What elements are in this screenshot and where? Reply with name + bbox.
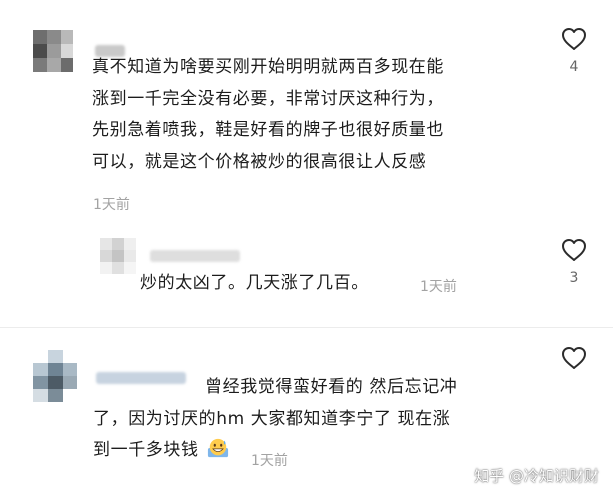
heart-outline-icon: [562, 28, 586, 50]
avatar[interactable]: [33, 30, 73, 72]
avatar[interactable]: [100, 238, 136, 274]
comment-text-line: 可以，就是这个价格被炒的很高很让人反感: [92, 151, 427, 172]
heart-outline-icon: [562, 239, 586, 261]
comment-time: 1天前: [420, 279, 457, 295]
like-count: 3: [569, 270, 579, 286]
comment-time: 1天前: [251, 453, 288, 469]
comment-text-line: 到一千多块钱: [93, 440, 199, 460]
like-button[interactable]: 3: [554, 238, 594, 286]
like-count: 4: [569, 59, 579, 75]
comment-2: 炒的太凶了。几天涨了几百。 1天前 3: [0, 232, 613, 327]
watermark: 知乎 @冷知识财财: [474, 467, 599, 485]
like-button[interactable]: [554, 346, 594, 378]
comment-text: 炒的太凶了。几天涨了几百。: [140, 273, 369, 293]
like-button[interactable]: 4: [554, 27, 594, 75]
grinning-sweat-emoji-icon: [207, 438, 228, 458]
comment-text: 真不知道为啥要买刚开始明明就两百多现在能 涨到一千完全没有必要，非常讨厌这种行为…: [92, 52, 444, 178]
username[interactable]: [150, 250, 240, 262]
comment-text-line: 先别急着喷我，鞋是好看的牌子也很好质量也: [92, 120, 444, 140]
comment-1: 真不知道为啥要买刚开始明明就两百多现在能 涨到一千完全没有必要，非常讨厌这种行为…: [0, 0, 613, 232]
heart-outline-icon: [562, 347, 586, 369]
comment-text-line: 了，因为讨厌的hm 大家都知道李宁了 现在涨: [93, 408, 451, 429]
comment-time: 1天前: [93, 197, 130, 213]
comment-text-line: 涨到一千完全没有必要，非常讨厌这种行为，: [92, 88, 444, 109]
comment-text-line: 曾经我觉得蛮好看的 然后忘记冲: [205, 377, 458, 397]
avatar[interactable]: [33, 350, 77, 402]
comment-text-line: 真不知道为啥要买刚开始明明就两百多现在能: [92, 57, 444, 77]
